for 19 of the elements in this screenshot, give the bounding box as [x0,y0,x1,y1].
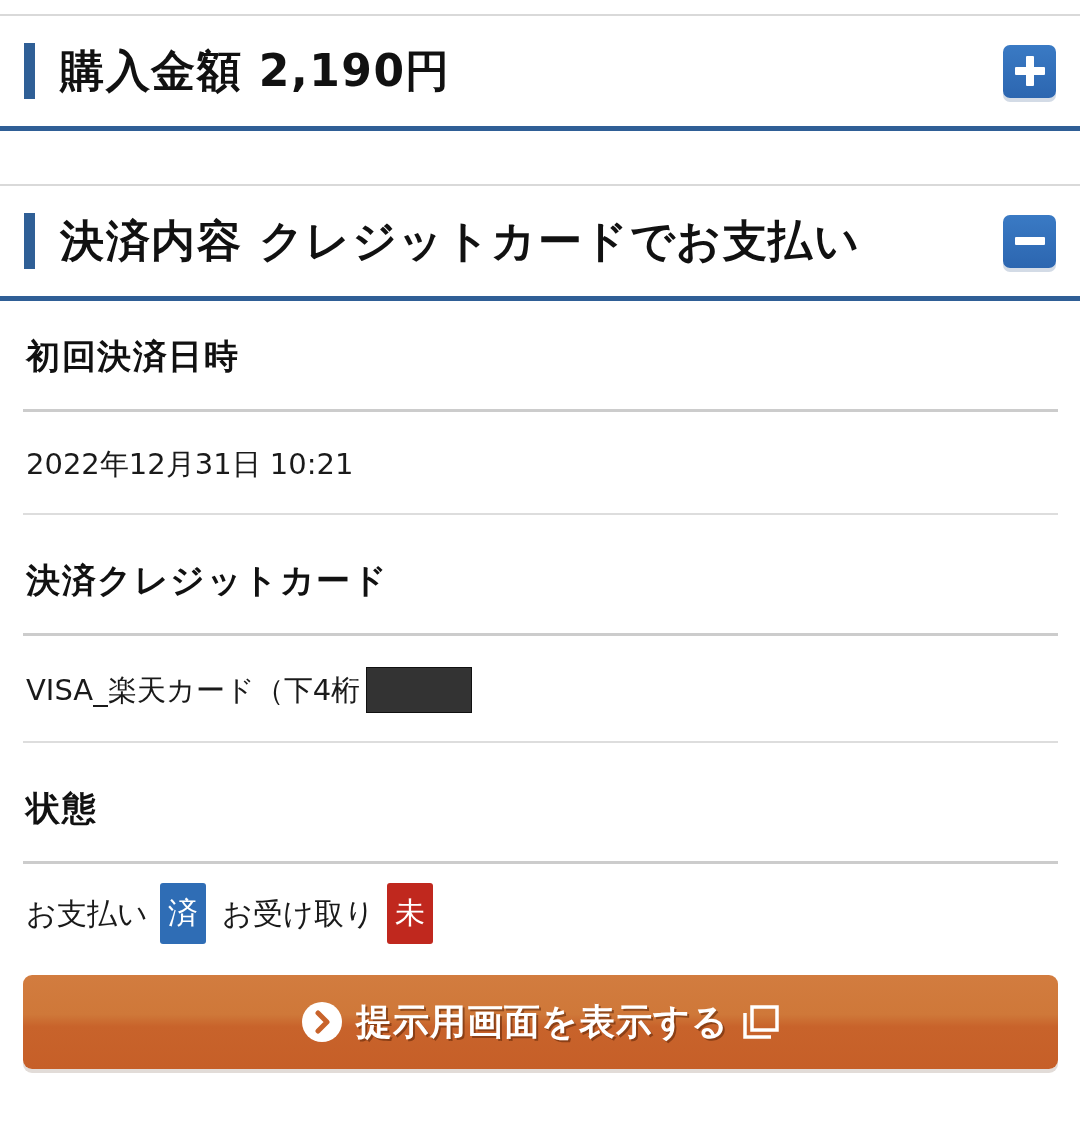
accent-bar [24,43,35,99]
section-header[interactable]: 決済内容 クレジットカードでお支払い [0,184,1080,301]
chevron-circle-icon [302,1002,342,1042]
section-title: 決済内容 クレジットカードでお支払い [60,214,861,268]
status-badge: 未 [387,883,433,944]
section-title: 購入金額 2,190円 [60,44,451,98]
status-label: お支払い [25,894,148,933]
field-value: 2022年12月31日 10:21 [25,446,354,483]
field-label: 初回決済日時 [24,335,239,378]
field-value: VISA_楽天カード（下4桁 [25,672,361,709]
plus-icon [1014,56,1045,86]
field-label: 状態 [23,787,97,830]
minus-icon [1014,237,1045,245]
field-label: 決済クレジットカード [25,559,388,602]
new-window-icon [743,1005,779,1039]
section-header[interactable]: 購入金額 2,190円 [0,14,1080,131]
accent-bar [24,213,35,269]
status-badge: 済 [160,883,206,944]
status-label: お受け取り [221,894,375,933]
